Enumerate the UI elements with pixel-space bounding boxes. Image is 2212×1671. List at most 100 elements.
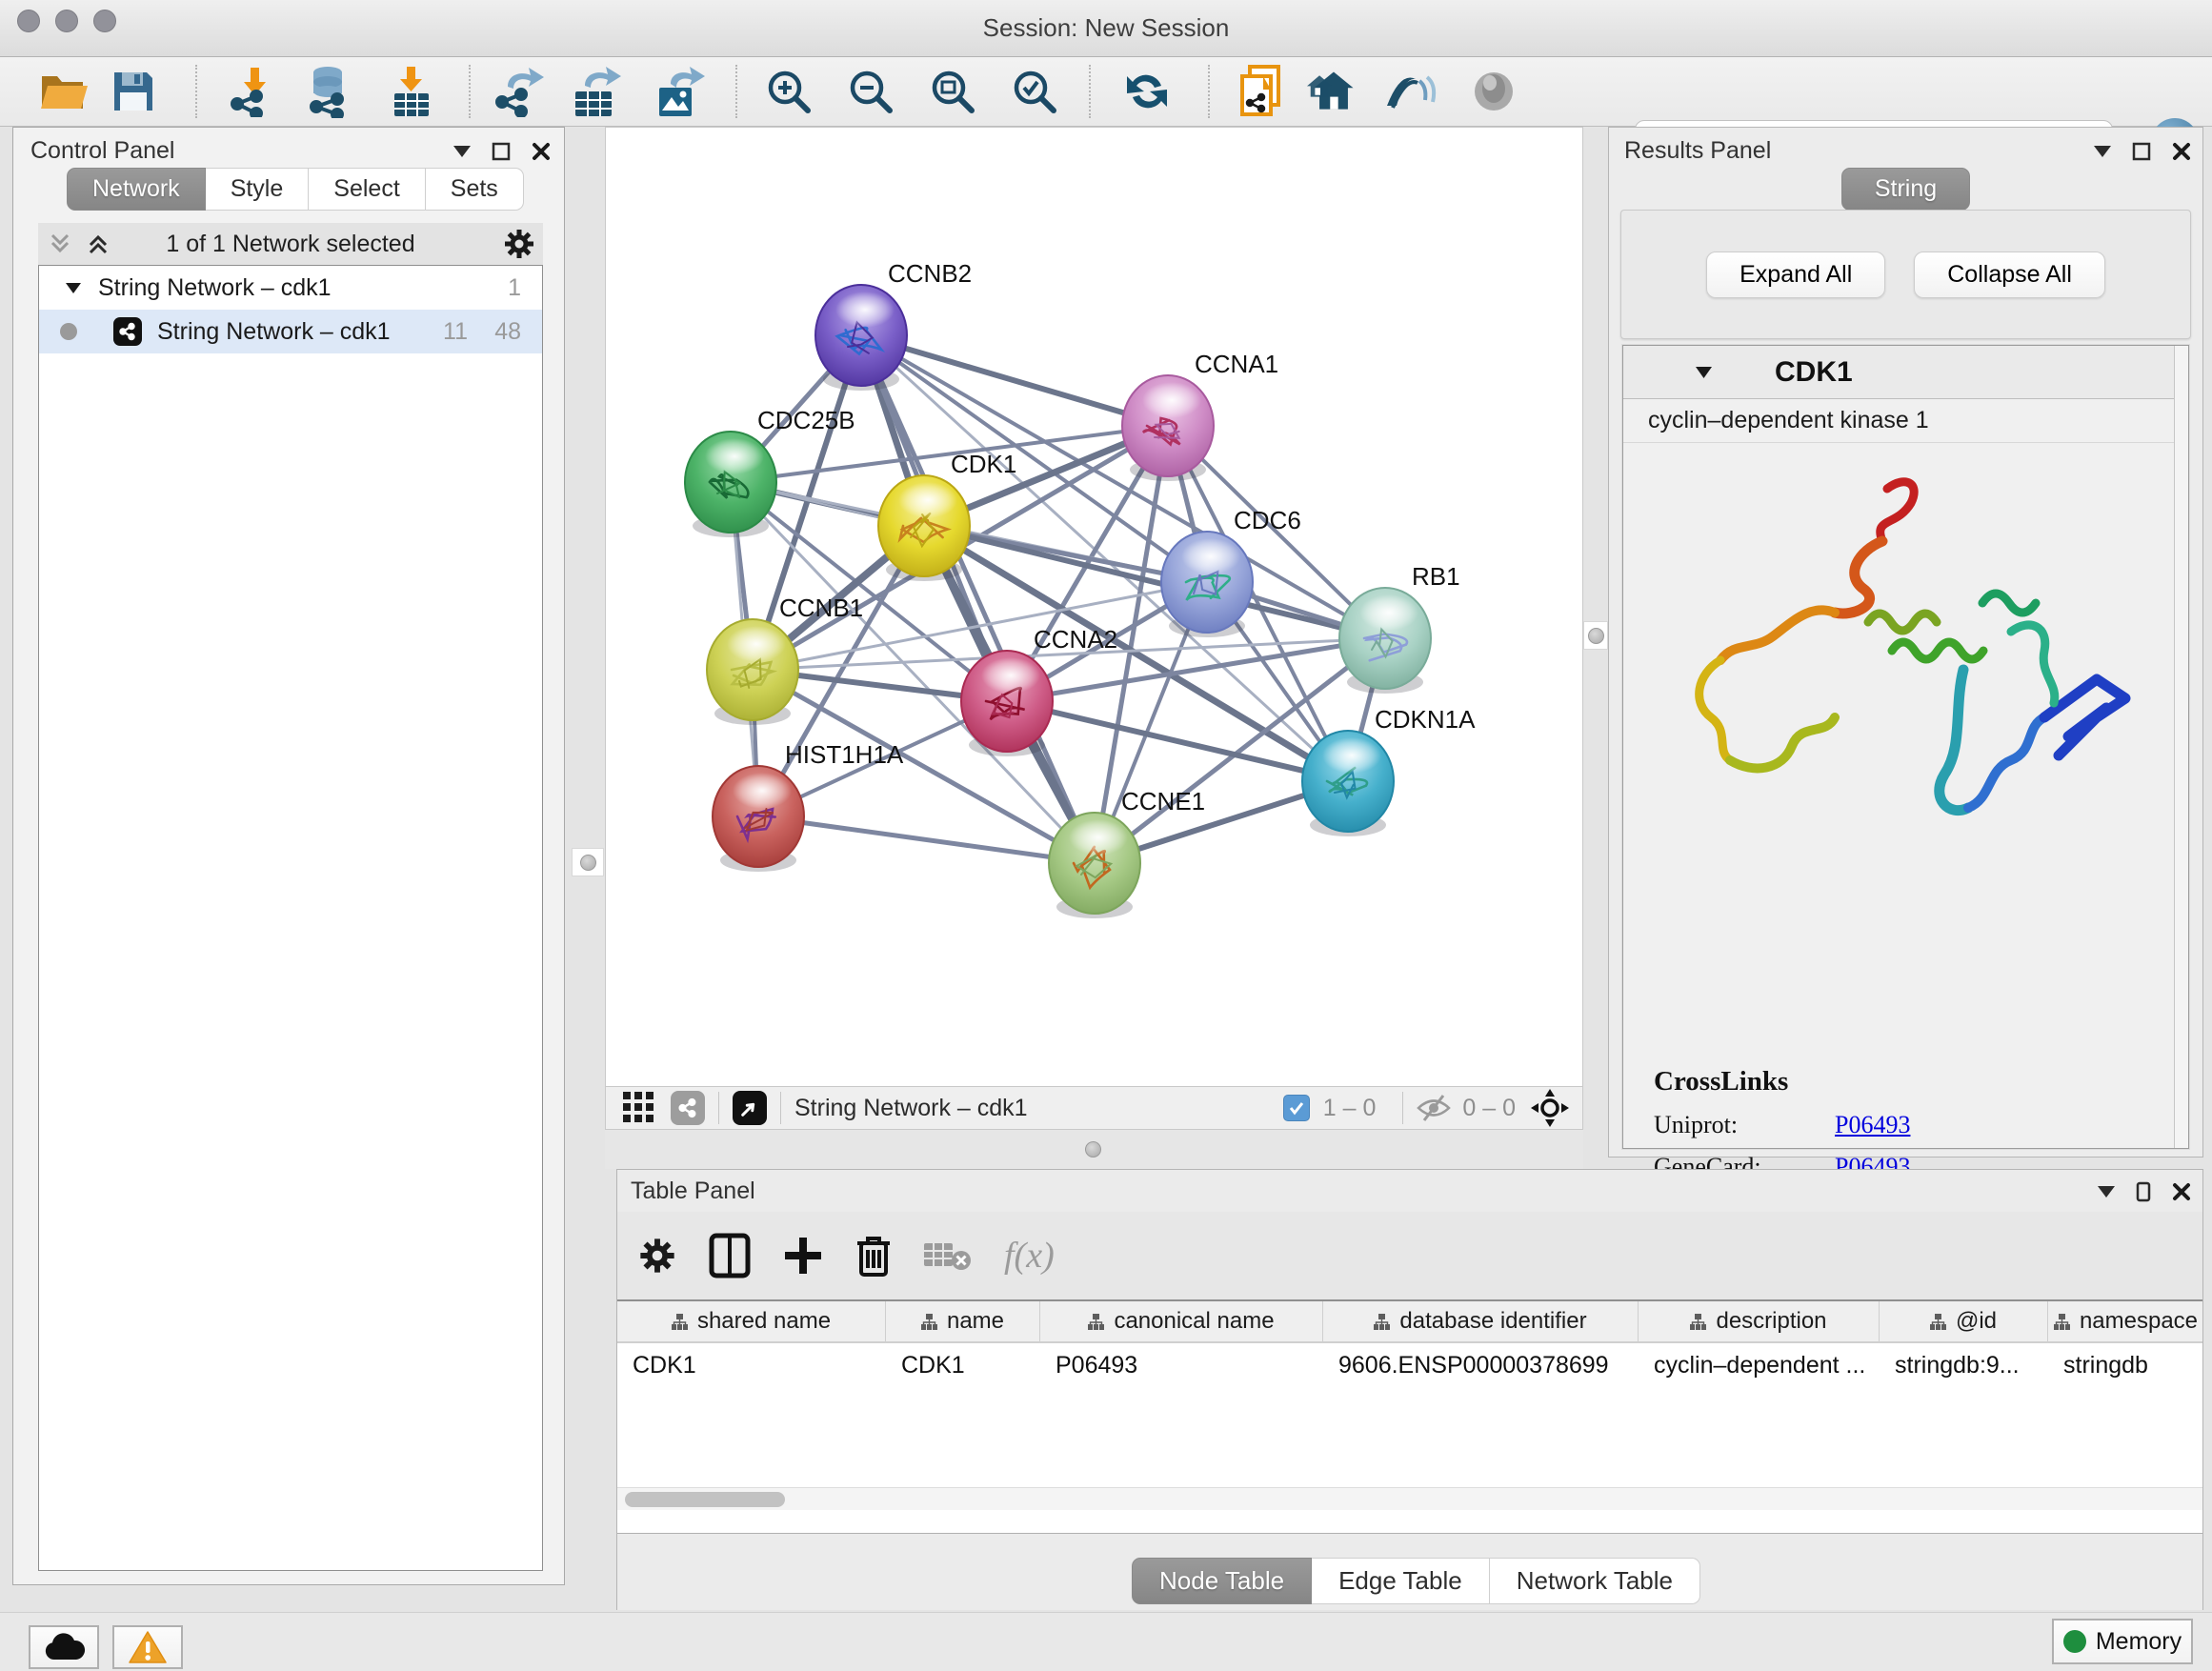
warning-status-button[interactable]: [112, 1625, 183, 1669]
tab-edge-table[interactable]: Edge Table: [1312, 1558, 1490, 1604]
panel-menu-icon[interactable]: [2098, 1186, 2115, 1198]
zoom-selected-button[interactable]: [1008, 65, 1061, 118]
node-table[interactable]: shared namenamecanonical namedatabase id…: [617, 1299, 2202, 1534]
render-detail-button[interactable]: [1467, 65, 1520, 118]
grid-view-icon[interactable]: [623, 1092, 655, 1124]
tab-string[interactable]: String: [1841, 168, 1970, 211]
tab-style[interactable]: Style: [206, 168, 310, 211]
panel-menu-icon[interactable]: [453, 146, 471, 157]
network-view-canvas[interactable]: CCNB2CCNA1CDC25BCDK1CDC6RB1CCNB1CCNA2CDK…: [605, 127, 1583, 1086]
edge-CCNE1-HIST1H1A[interactable]: [758, 816, 1095, 863]
tab-network-table[interactable]: Network Table: [1490, 1558, 1700, 1604]
apply-layout-button[interactable]: [1120, 65, 1174, 118]
column-header-namespace[interactable]: namespace: [2048, 1301, 2202, 1341]
table-row[interactable]: CDK1CDK1P064939606.ENSP00000378699cyclin…: [617, 1343, 2202, 1387]
node-CCNA1[interactable]: CCNA1: [1122, 350, 1278, 481]
collapse-all-button[interactable]: Collapse All: [1914, 252, 2105, 298]
save-session-button[interactable]: [107, 65, 160, 118]
protein-expander-icon[interactable]: [1696, 367, 1712, 378]
table-cell[interactable]: 9606.ENSP00000378699: [1323, 1343, 1639, 1387]
show-home-button[interactable]: [1307, 65, 1360, 118]
birds-eye-view-icon[interactable]: [733, 1091, 767, 1125]
tab-node-table[interactable]: Node Table: [1132, 1558, 1312, 1604]
column-header-shared-name[interactable]: shared name: [617, 1301, 886, 1341]
protein-header-row[interactable]: CDK1: [1623, 346, 2188, 399]
panel-float-icon[interactable]: [2136, 1181, 2151, 1202]
string-network-graph[interactable]: CCNB2CCNA1CDC25BCDK1CDC6RB1CCNB1CCNA2CDK…: [606, 128, 1582, 1085]
export-table-button[interactable]: [570, 65, 623, 118]
table-cell[interactable]: stringdb: [2048, 1343, 2202, 1387]
memory-button[interactable]: Memory: [2052, 1619, 2193, 1664]
collection-label: String Network – cdk1: [98, 274, 332, 302]
crosslink-link[interactable]: P06493: [1835, 1111, 1910, 1139]
table-cell[interactable]: CDK1: [886, 1343, 1040, 1387]
zoom-in-button[interactable]: [762, 65, 815, 118]
open-copy-button[interactable]: [1235, 65, 1288, 118]
panel-close-icon[interactable]: [532, 142, 551, 161]
hidden-eye-icon[interactable]: [1417, 1094, 1451, 1122]
node-CCNE1[interactable]: CCNE1: [1049, 787, 1205, 918]
node-RB1[interactable]: RB1: [1339, 562, 1460, 694]
delete-column-icon[interactable]: [855, 1234, 892, 1278]
network-view-icon[interactable]: [671, 1091, 705, 1125]
export-network-button[interactable]: [493, 65, 547, 118]
node-CCNB2[interactable]: CCNB2: [815, 259, 972, 391]
table-options-gear-icon[interactable]: [638, 1237, 676, 1275]
expand-all-button[interactable]: Expand All: [1706, 252, 1885, 298]
zoom-out-button[interactable]: [844, 65, 897, 118]
panel-menu-icon[interactable]: [2094, 146, 2111, 157]
node-CDC6[interactable]: CDC6: [1161, 506, 1301, 637]
table-header-row: shared namenamecanonical namedatabase id…: [617, 1301, 2202, 1343]
panel-float-icon[interactable]: [2132, 142, 2151, 161]
results-buttons-box: Expand All Collapse All: [1620, 210, 2191, 339]
node-CDKN1A[interactable]: CDKN1A: [1302, 705, 1476, 836]
edge-CCNA2-CDKN1A[interactable]: [1007, 701, 1348, 781]
panel-float-icon[interactable]: [492, 142, 511, 161]
right-splitter-handle[interactable]: [1583, 621, 1608, 650]
column-header-database-identifier[interactable]: database identifier: [1323, 1301, 1639, 1341]
column-header-canonical-name[interactable]: canonical name: [1040, 1301, 1323, 1341]
column-header--id[interactable]: @id: [1880, 1301, 2048, 1341]
network-view-toolbar: String Network – cdk1 1 – 0 0 – 0: [605, 1086, 1583, 1130]
import-table-button[interactable]: [385, 65, 438, 118]
panel-close-icon[interactable]: [2172, 1182, 2191, 1201]
import-network-database-button[interactable]: [303, 65, 356, 118]
node-CCNB1[interactable]: CCNB1: [707, 594, 863, 725]
table-h-scrollbar[interactable]: [617, 1487, 2202, 1510]
hide-graphics-button[interactable]: [1383, 65, 1437, 118]
node-CDK1[interactable]: CDK1: [878, 450, 1016, 581]
table-h-scroll-thumb[interactable]: [625, 1492, 785, 1507]
node-HIST1H1A[interactable]: HIST1H1A: [713, 740, 904, 872]
edge-CCNB2-CCNE1[interactable]: [861, 335, 1095, 863]
table-cell[interactable]: stringdb:9...: [1880, 1343, 2048, 1387]
cloud-status-button[interactable]: [29, 1625, 99, 1669]
show-columns-icon[interactable]: [709, 1233, 751, 1278]
collection-expander-icon[interactable]: [66, 283, 81, 293]
table-cell[interactable]: CDK1: [617, 1343, 886, 1387]
tab-network[interactable]: Network: [67, 168, 206, 211]
network-options-gear-icon[interactable]: [503, 228, 535, 260]
network-collection-row[interactable]: String Network – cdk1 1: [39, 266, 542, 310]
edge-CCNB2-CCNA1[interactable]: [861, 335, 1168, 426]
table-cell[interactable]: cyclin–dependent ...: [1639, 1343, 1880, 1387]
column-header-name[interactable]: name: [886, 1301, 1040, 1341]
tab-sets[interactable]: Sets: [426, 168, 524, 211]
results-scrollbar[interactable]: [2174, 346, 2188, 1148]
table-cell[interactable]: P06493: [1040, 1343, 1323, 1387]
zoom-in-icon: [764, 67, 814, 116]
pan-crosshair-icon[interactable]: [1531, 1089, 1569, 1127]
left-splitter-handle[interactable]: [572, 848, 604, 876]
export-image-button[interactable]: [654, 65, 707, 118]
panel-close-icon[interactable]: [2172, 142, 2191, 161]
open-session-button[interactable]: [38, 65, 91, 118]
column-header-description[interactable]: description: [1639, 1301, 1880, 1341]
network-row[interactable]: String Network – cdk1 11 48: [39, 310, 542, 353]
horizontal-splitter[interactable]: [605, 1130, 1583, 1169]
network-selection-status: 1 of 1 Network selected: [38, 231, 543, 258]
selected-checkbox-icon[interactable]: [1283, 1095, 1310, 1121]
import-network-file-button[interactable]: [227, 65, 280, 118]
node-CDC25B[interactable]: CDC25B: [685, 406, 855, 537]
zoom-fit-button[interactable]: [926, 65, 979, 118]
add-column-icon[interactable]: [783, 1236, 823, 1276]
tab-select[interactable]: Select: [309, 168, 425, 211]
